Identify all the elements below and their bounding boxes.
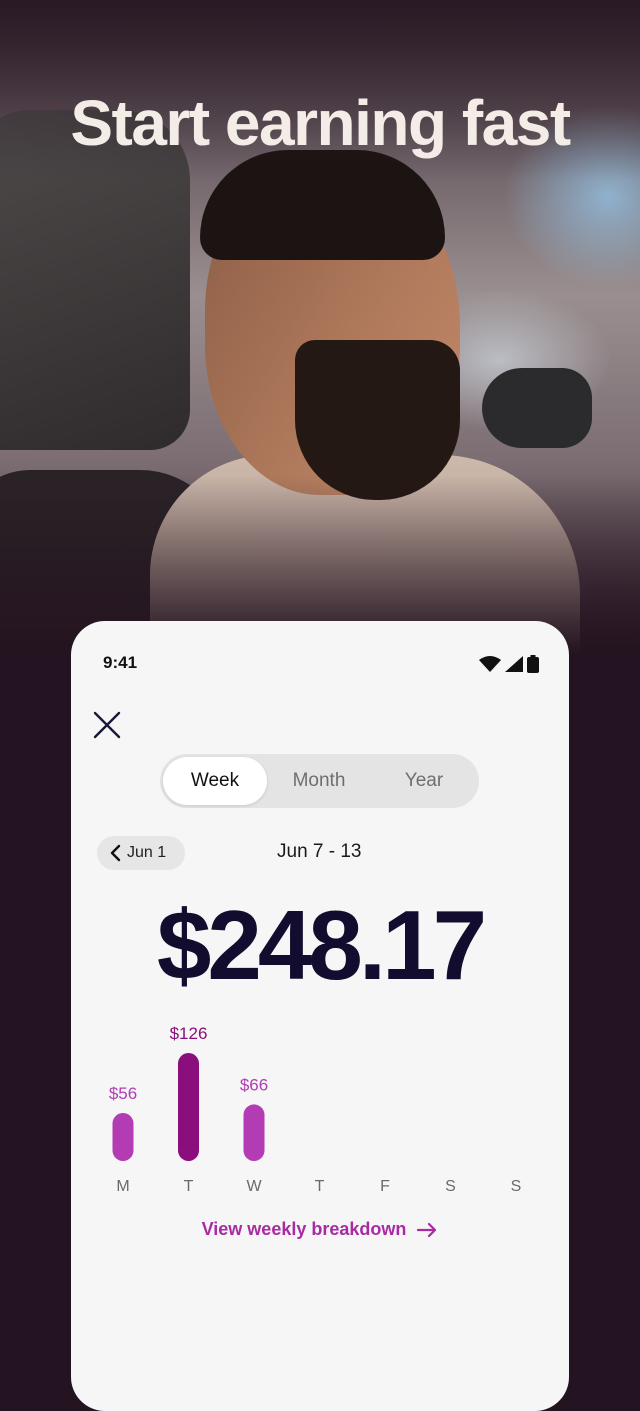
previous-period-label: Jun 1: [127, 844, 167, 861]
day-label: S: [445, 1178, 456, 1195]
day-label: M: [116, 1178, 129, 1195]
phone-card: 9:41 Week Month Year Jun 1 Jun 7 - 13 $2…: [71, 621, 569, 1411]
date-range: Jun 7 - 13: [277, 841, 362, 862]
day-label: W: [246, 1178, 262, 1195]
close-button[interactable]: [89, 707, 125, 743]
view-weekly-breakdown-link[interactable]: View weekly breakdown: [71, 1219, 569, 1240]
arrow-right-icon: [417, 1222, 437, 1237]
day-label: S: [511, 1178, 522, 1195]
previous-period-button[interactable]: Jun 1: [97, 836, 185, 870]
chart-bar: [243, 1104, 265, 1161]
tab-week[interactable]: Week: [163, 757, 267, 805]
chevron-left-icon: [110, 844, 121, 862]
chart-bar: [112, 1113, 134, 1161]
earnings-total: $248.17: [156, 890, 487, 1000]
day-label: F: [380, 1178, 390, 1195]
status-icons: [479, 655, 539, 673]
bar-value-label: $56: [109, 1084, 137, 1103]
side-mirror: [482, 368, 592, 448]
battery-icon: [527, 655, 539, 673]
bar-value-label: $126: [170, 1024, 208, 1043]
period-segmented-control: Week Month Year: [160, 754, 479, 808]
signal-icon: [505, 656, 523, 672]
tab-year[interactable]: Year: [372, 757, 476, 805]
status-time: 9:41: [103, 653, 138, 672]
tab-month[interactable]: Month: [267, 757, 371, 805]
hero-title: Start earning fast: [70, 87, 571, 159]
wifi-icon: [479, 656, 501, 672]
chart-bar: [178, 1053, 199, 1161]
bar-value-label: $66: [240, 1075, 268, 1094]
weekly-earnings-chart: $56 M $126 T $66 W T F S S: [109, 1024, 522, 1195]
day-label: T: [184, 1178, 194, 1195]
day-label: T: [315, 1178, 325, 1195]
close-icon: [93, 711, 121, 739]
view-weekly-breakdown-label: View weekly breakdown: [201, 1219, 407, 1239]
